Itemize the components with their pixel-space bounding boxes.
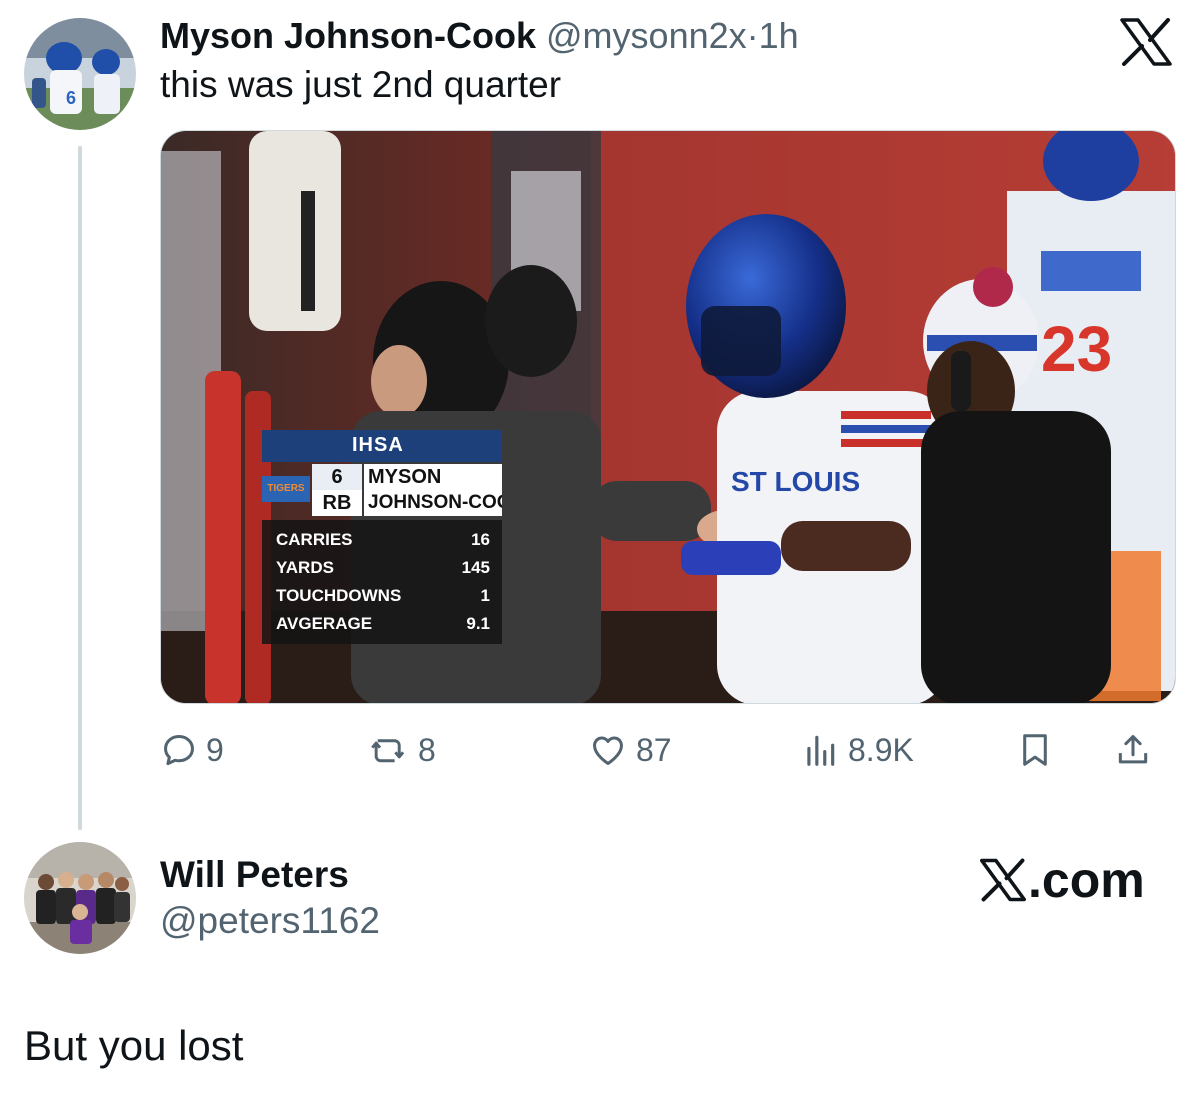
svg-text:23: 23: [1041, 313, 1112, 385]
reply-author-handle[interactable]: @peters1162: [160, 898, 380, 944]
tweet-text: this was just 2nd quarter: [160, 64, 562, 105]
reply-count: 9: [206, 731, 224, 768]
repost-count: 8: [418, 731, 436, 768]
x-com-watermark: .com: [980, 850, 1145, 910]
reply-text: But you lost: [24, 1022, 244, 1069]
header-separator: ·: [746, 15, 759, 56]
stat-label: TOUCHDOWNS: [276, 586, 402, 605]
watermark-text: .com: [1028, 852, 1145, 908]
scorebug-header: IHSA: [262, 430, 502, 462]
like-button[interactable]: 87: [588, 724, 672, 776]
heart-icon: [588, 731, 628, 769]
scorebug-stats-panel: CARRIES 16 YARDS 145 TOUCHDOWNS 1 AVGERA…: [262, 520, 502, 644]
stat-label: CARRIES: [276, 530, 353, 549]
scorebug-team-logo: TIGERS: [262, 476, 310, 502]
scorebug-first-name: MYSON: [364, 464, 502, 490]
svg-text:ST LOUIS: ST LOUIS: [731, 466, 860, 497]
views-chart-icon: [800, 731, 840, 769]
scorebug-last-name: JOHNSON-COOK: [364, 490, 502, 516]
svg-text:6: 6: [66, 88, 76, 108]
reply-author-avatar[interactable]: [24, 842, 136, 954]
like-count: 87: [636, 731, 672, 768]
stat-label: AVGERAGE: [276, 614, 373, 633]
tweet-header: Myson Johnson-Cook @mysonn2x·1h: [160, 14, 799, 58]
stat-value: 145: [461, 558, 490, 577]
author-avatar[interactable]: 6: [24, 18, 136, 130]
stats-scorebug: IHSA TIGERS 6 RB MYSON JOHNSON-COOK CARR…: [262, 430, 502, 644]
repost-button[interactable]: 8: [370, 724, 436, 776]
scorebug-position: RB: [312, 490, 362, 516]
scorebug-org: IHSA: [352, 434, 404, 456]
stat-label: YARDS: [276, 558, 334, 577]
stat-row: CARRIES 16: [276, 526, 490, 554]
views-button[interactable]: 8.9K: [800, 724, 914, 776]
stat-row: TOUCHDOWNS 1: [276, 582, 490, 610]
stat-row: YARDS 145: [276, 554, 490, 582]
share-button[interactable]: [1114, 724, 1152, 776]
x-logo-icon: [980, 858, 1026, 902]
tweet-action-bar: 9 8 87 8.9K: [160, 724, 1176, 776]
author-handle[interactable]: @mysonn2x: [546, 15, 747, 56]
thread-connector-line: [78, 146, 82, 830]
bookmark-button[interactable]: [1016, 724, 1054, 776]
share-icon: [1114, 730, 1152, 770]
x-logo-icon[interactable]: [1120, 18, 1172, 66]
bookmark-icon: [1016, 730, 1054, 770]
reply-icon: [160, 731, 198, 769]
repost-icon: [370, 731, 410, 769]
views-count: 8.9K: [848, 731, 914, 768]
stat-value: 1: [480, 586, 490, 605]
stat-value: 16: [471, 530, 490, 549]
reply-button[interactable]: 9: [160, 724, 224, 776]
stat-row: AVGERAGE 9.1: [276, 610, 490, 638]
tweet-time[interactable]: 1h: [759, 15, 799, 56]
reply-author-name[interactable]: Will Peters: [160, 852, 349, 898]
stat-value: 9.1: [466, 614, 490, 633]
scorebug-number: 6: [312, 464, 362, 490]
author-name[interactable]: Myson Johnson-Cook: [160, 15, 536, 56]
